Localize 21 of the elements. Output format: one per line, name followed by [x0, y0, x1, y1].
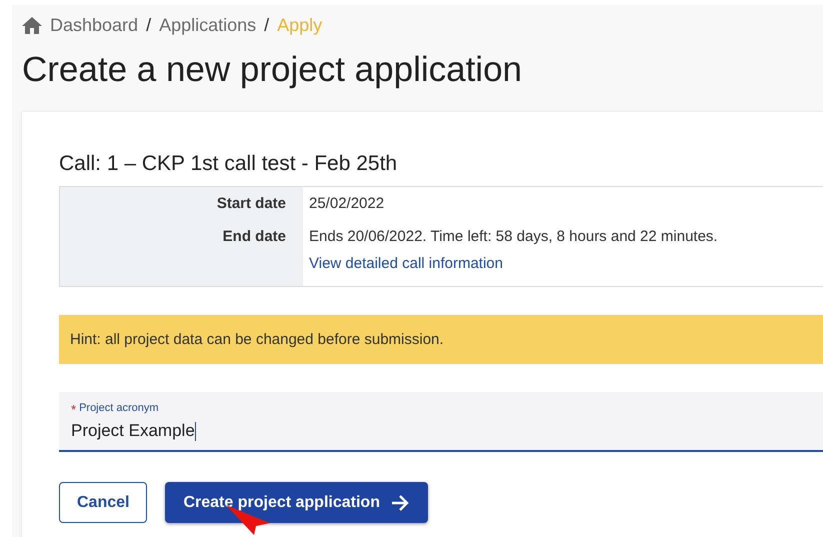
home-icon[interactable]	[22, 16, 42, 34]
detail-value: Ends 20/06/2022. Time left: 58 days, 8 hours and 22 minutes.	[309, 228, 719, 245]
breadcrumb-separator: /	[146, 15, 152, 36]
detail-value: 25/02/2022	[309, 195, 386, 212]
detail-label: Start date	[60, 187, 303, 220]
breadcrumb-link[interactable]: Dashboard	[50, 15, 138, 36]
cancel-button[interactable]: Cancel	[59, 482, 148, 523]
create-button[interactable]: Create project application	[165, 482, 428, 523]
breadcrumb-link[interactable]: Applications	[159, 15, 256, 36]
arrow-right-icon	[390, 492, 410, 512]
call-title: Call: 1 – CKP 1st call test - Feb 25th	[59, 152, 398, 176]
page-title: Create a new project application	[22, 50, 524, 90]
hint-banner: Hint: all project data can be changed before submission.	[59, 315, 823, 364]
required-mark: *	[71, 402, 76, 417]
text-cursor	[194, 422, 196, 440]
project-acronym-field[interactable]: * Project acronym Project Example	[59, 392, 823, 452]
field-value: Project Example	[71, 421, 195, 441]
call-info-link[interactable]: View detailed call information	[309, 255, 823, 278]
breadcrumb-separator: /	[264, 15, 270, 36]
field-label: Project acronym	[79, 402, 159, 416]
detail-label: End date	[60, 220, 303, 286]
